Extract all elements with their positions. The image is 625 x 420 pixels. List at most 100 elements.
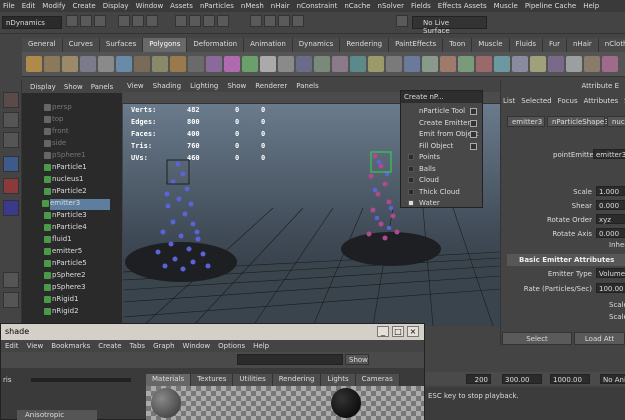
outliner-menu-show[interactable]: Show	[64, 83, 83, 91]
popup-item-water[interactable]: Water	[419, 199, 440, 207]
lasso-tool-icon[interactable]	[3, 112, 19, 128]
shelf-tool-icon[interactable]	[134, 56, 150, 72]
shelf-tab-fluids[interactable]: Fluids	[509, 38, 543, 52]
snap-curve-icon[interactable]	[189, 15, 201, 27]
ae-row-field[interactable]: 0.000	[596, 228, 625, 238]
save-scene-icon[interactable]	[94, 15, 106, 27]
hs-tab-materials[interactable]: Materials	[146, 374, 192, 386]
shelf-tool-icon[interactable]	[80, 56, 96, 72]
select-object-icon[interactable]	[132, 15, 144, 27]
viewport-menu-view[interactable]: View	[127, 82, 144, 90]
viewport-menu-shading[interactable]: Shading	[153, 82, 181, 90]
popup-item-fill-object[interactable]: Fill Object	[419, 142, 453, 150]
checkbox-icon[interactable]	[408, 188, 414, 195]
popup-item-thick-cloud[interactable]: Thick Cloud	[419, 188, 460, 196]
hs-menu-edit[interactable]: Edit	[5, 342, 19, 350]
shelf-tool-icon[interactable]	[386, 56, 402, 72]
menu-nmesh[interactable]: nMesh	[241, 2, 264, 10]
shelf-tool-icon[interactable]	[98, 56, 114, 72]
hs-menu-options[interactable]: Options	[218, 342, 245, 350]
single-pane-layout-icon[interactable]	[3, 272, 19, 288]
snap-grid-icon[interactable]	[175, 15, 187, 27]
outliner-item[interactable]: pSphere1	[44, 151, 86, 162]
shelf-tab-surfaces[interactable]: Surfaces	[99, 38, 144, 52]
hs-menu-create[interactable]: Create	[98, 342, 121, 350]
show-button[interactable]: Show	[345, 354, 369, 365]
shelf-tool-icon[interactable]	[566, 56, 582, 72]
outliner-item[interactable]: pSphere3	[44, 283, 86, 294]
menu-set-dropdown[interactable]: nDynamics	[2, 16, 62, 29]
shelf-tool-icon[interactable]	[404, 56, 420, 72]
new-scene-icon[interactable]	[66, 15, 78, 27]
shelf-tab-fur[interactable]: Fur	[542, 38, 567, 52]
anisotropic-item[interactable]: Anisotropic	[17, 410, 97, 420]
playback-start-field[interactable]: 300.00	[502, 374, 542, 384]
shelf-tab-deformation[interactable]: Deformation	[187, 38, 245, 52]
shelf-tab-nhair[interactable]: nHair	[566, 38, 599, 52]
shelf-tool-icon[interactable]	[278, 56, 294, 72]
shelf-tool-icon[interactable]	[368, 56, 384, 72]
ae-menu-focus[interactable]: Focus	[558, 97, 578, 105]
shelf-tool-icon[interactable]	[170, 56, 186, 72]
hs-tab-utilities[interactable]: Utilities	[233, 374, 273, 386]
shelf-tool-icon[interactable]	[512, 56, 528, 72]
rotate-tool-icon[interactable]	[3, 178, 19, 194]
menu-muscle[interactable]: Muscle	[494, 2, 518, 10]
shelf-tool-icon[interactable]	[350, 56, 366, 72]
outliner-menu-display[interactable]: Display	[30, 83, 56, 91]
outliner[interactable]: persp top front side pSphere1 nParticle1 nucle…	[22, 93, 122, 328]
shelf-tab-rendering[interactable]: Rendering	[340, 38, 390, 52]
checkbox-icon[interactable]	[408, 154, 414, 160]
menu-create[interactable]: Create	[72, 2, 95, 10]
shelf-tab-animation[interactable]: Animation	[244, 38, 293, 52]
paint-select-icon[interactable]	[3, 132, 19, 148]
outliner-item[interactable]: fluid1	[44, 235, 72, 246]
select-hierarchy-icon[interactable]	[118, 15, 130, 27]
checkbox-icon[interactable]	[408, 177, 414, 183]
hs-tab-cameras[interactable]: Cameras	[355, 374, 400, 386]
shelf-tab-polygons[interactable]: Polygons	[143, 38, 188, 52]
close-button[interactable]: ×	[407, 326, 419, 337]
outliner-item[interactable]: nRigid2	[44, 307, 79, 318]
shelf-tool-icon[interactable]	[440, 56, 456, 72]
outliner-item[interactable]: nParticle1	[44, 163, 87, 174]
shelf-tab-ncloth[interactable]: nCloth	[598, 38, 625, 52]
menu-nsolver[interactable]: nSolver	[378, 2, 404, 10]
maximize-button[interactable]: □	[392, 326, 404, 337]
shelf-tab-curves[interactable]: Curves	[62, 38, 100, 52]
render-icon[interactable]	[264, 15, 276, 27]
outliner-item[interactable]: nParticle5	[44, 259, 87, 270]
render-settings-icon[interactable]	[292, 15, 304, 27]
hs-menu-view[interactable]: View	[27, 342, 44, 350]
popup-item-cloud[interactable]: Cloud	[419, 176, 439, 184]
hs-menu-help[interactable]: Help	[253, 342, 269, 350]
shelf-tool-icon[interactable]	[584, 56, 600, 72]
magnet-icon[interactable]	[396, 15, 408, 27]
hs-menu-bookmarks[interactable]: Bookmarks	[51, 342, 90, 350]
menu-ncache[interactable]: nCache	[344, 2, 370, 10]
shelf-tab-toon[interactable]: Toon	[443, 38, 473, 52]
material-sphere[interactable]	[151, 388, 181, 418]
hs-tab-rendering[interactable]: Rendering	[272, 374, 322, 386]
ae-tab-nparticleshape3[interactable]: nParticleShape3	[547, 116, 609, 127]
outliner-item[interactable]: pSphere2	[44, 271, 86, 282]
emitter-type-dropdown[interactable]: Volume	[596, 268, 625, 278]
menu-window[interactable]: Window	[136, 2, 164, 10]
outliner-item[interactable]: emitter3	[42, 199, 110, 210]
menu-file[interactable]: File	[3, 2, 15, 10]
option-box-icon[interactable]	[470, 131, 477, 138]
menu-assets[interactable]: Assets	[170, 2, 193, 10]
hs-tab-lights[interactable]: Lights	[321, 374, 356, 386]
viewport-menu-show[interactable]: Show	[227, 82, 246, 90]
option-box-icon[interactable]	[470, 108, 477, 115]
hs-tab-textures[interactable]: Textures	[191, 374, 234, 386]
outliner-item[interactable]: nParticle3	[44, 211, 87, 222]
select-component-icon[interactable]	[146, 15, 158, 27]
shelf-tool-icon[interactable]	[296, 56, 312, 72]
material-sphere-dark[interactable]	[331, 388, 361, 418]
four-pane-layout-icon[interactable]	[3, 292, 19, 308]
hypershade-search-field[interactable]	[237, 354, 343, 365]
hs-menu-window[interactable]: Window	[183, 342, 211, 350]
popup-item-points[interactable]: Points	[419, 153, 440, 161]
end-time-field[interactable]: 200	[466, 374, 491, 384]
